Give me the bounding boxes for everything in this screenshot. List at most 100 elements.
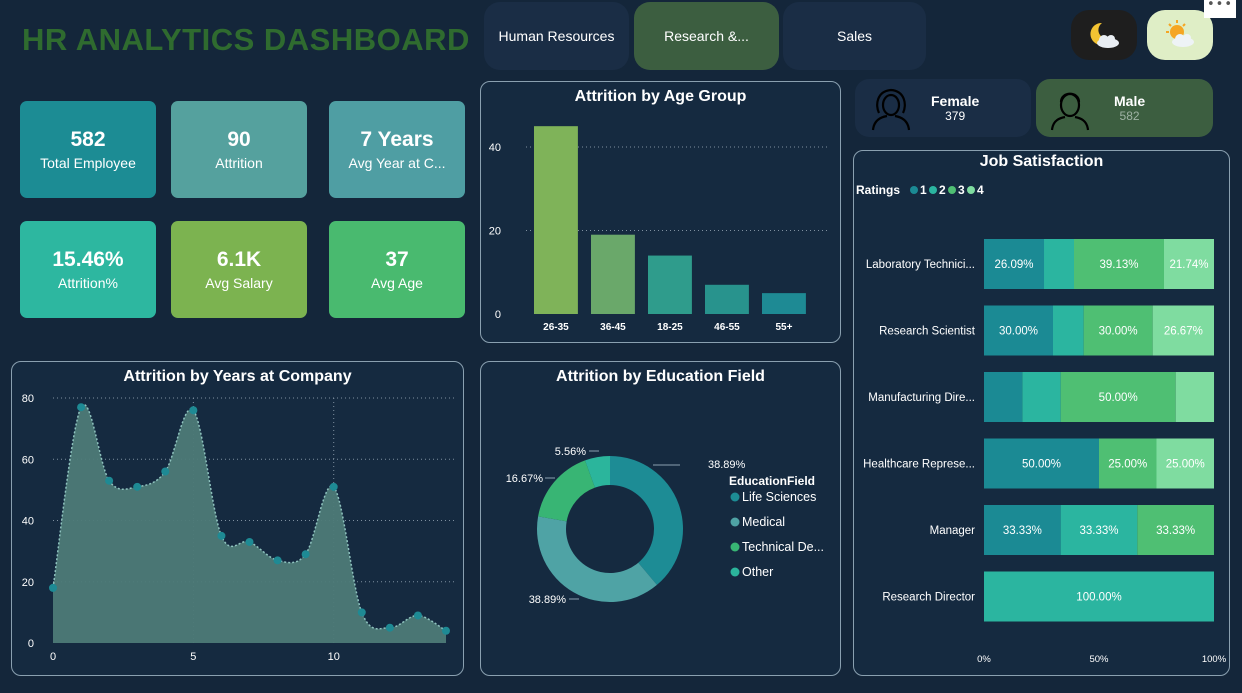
years-panel: Attrition by Years at Company 0 20 40 60 80 0… [11,361,464,676]
segment-label: 30.00% [1099,326,1138,338]
sun-cloud-icon [1166,20,1194,47]
legend-marker [967,186,975,194]
legend-marker [730,542,740,552]
segment-label: 26.67% [1164,326,1203,338]
legend-label: 4 [977,183,984,197]
segment-label: 33.33% [1079,525,1118,537]
education-chart: 38.89% 38.89% 16.67% 5.56% EducationField Lif… [506,446,824,606]
legend-title: EducationField [729,474,815,488]
y-tick-label: 40 [22,516,34,528]
y-tick-label: 20 [22,577,34,589]
y-tick-label: 40 [489,142,501,154]
male-avatar-icon [1050,92,1090,131]
data-point [245,537,254,546]
female-label: Female [931,93,980,109]
data-point [77,403,86,412]
data-point [105,476,114,485]
kpi-label: Avg Age [371,274,423,291]
x-tick-label: 26-35 [543,322,569,333]
legend-title: Ratings [856,183,900,197]
job-satisfaction-chart: Ratings 1 2 3 4 Laboratory Technici... 26.09% 3… [856,183,1227,665]
legend-marker [929,186,937,194]
kpi-total-employee: 582 Total Employee [20,101,156,198]
kpi-label: Avg Year at C... [348,154,446,171]
segment-label: 30.00% [999,326,1038,338]
data-point [385,623,394,632]
tab-sales[interactable]: Sales [783,2,926,70]
tab-research[interactable]: Research &... [634,2,779,70]
stacked-segment [1175,372,1215,422]
segment-label: 50.00% [1099,392,1138,404]
donut-slice [537,516,657,602]
data-point [49,583,57,592]
y-tick-label: 60 [22,454,34,466]
legend-marker [730,517,740,527]
kpi-value: 6.1K [216,247,262,271]
kpi-value: 37 [385,247,409,271]
kpi-label: Attrition [215,154,263,171]
kpi-value: 15.46% [52,247,124,271]
segment-label: 33.33% [1003,525,1042,537]
segment-label: 50.00% [1022,459,1061,471]
dark-mode-button[interactable] [1071,10,1137,60]
moon-cloud-icon [1090,22,1119,48]
female-filter-card[interactable]: Female 379 [855,79,1031,137]
x-tick-label: 50% [1089,654,1109,665]
legend-marker [948,186,956,194]
slice-label: 5.56% [555,446,586,458]
stacked-segment [984,372,1023,422]
kpi-label: Attrition% [58,274,118,291]
legend-marker [910,186,918,194]
kpi-value: 90 [227,127,251,151]
segment-label: 25.00% [1108,459,1147,471]
kpi-avg-age: 37 Avg Age [329,221,465,318]
x-tick-label: 5 [190,651,196,663]
age-chart: 0 20 40 26-35 36-45 18-25 46-55 55+ [489,126,829,333]
kpi-attrition: 90 Attrition [171,101,307,198]
x-tick-label: 18-25 [657,322,683,333]
legend-label: Other [742,565,773,579]
legend-label: 3 [958,183,965,197]
category-label: Manufacturing Dire... [868,392,975,404]
kpi-label: Avg Salary [205,274,273,291]
x-tick-label: 36-45 [600,322,626,333]
legend-label: 1 [920,183,927,197]
legend-marker [730,492,740,502]
x-tick-label: 0 [50,651,56,663]
male-label: Male [1114,93,1146,109]
data-point [273,556,282,565]
more-options-icon[interactable]: ••• [1204,0,1236,18]
education-panel: Attrition by Education Field 38.89% 38.89… [480,361,841,676]
category-label: Research Director [882,592,975,604]
job-satisfaction-panel: Job Satisfaction Ratings 1 2 3 4 Laboratory T… [853,150,1230,676]
data-point [217,531,226,540]
bar [705,284,749,314]
category-label: Laboratory Technici... [866,259,975,271]
kpi-value: 582 [70,127,106,151]
bar [534,126,578,314]
category-label: Manager [930,525,976,537]
y-tick-label: 20 [489,226,501,238]
tab-human-resources[interactable]: Human Resources [484,2,629,70]
x-tick-label: 100% [1202,654,1227,665]
y-tick-label: 0 [495,309,501,321]
donut-slice [538,460,595,522]
area-fill [53,404,446,643]
kpi-avg-salary: 6.1K Avg Salary [171,221,307,318]
segment-label: 26.09% [994,259,1033,271]
male-filter-card[interactable]: Male 582 [1036,79,1213,137]
x-tick-label: 55+ [775,322,792,333]
stacked-segment [1022,372,1061,422]
donut-slice [610,456,683,585]
y-tick-label: 80 [22,393,34,405]
data-point [357,608,366,617]
segment-label: 25.00% [1166,459,1205,471]
legend-label: Medical [742,515,785,529]
bar [648,255,692,314]
category-label: Healthcare Represe... [863,459,975,471]
data-point [161,467,170,476]
stacked-segment [1053,305,1084,356]
female-count: 379 [945,109,966,123]
male-count: 582 [1119,109,1140,123]
years-chart: 0 20 40 60 80 0 5 10 [22,393,456,663]
